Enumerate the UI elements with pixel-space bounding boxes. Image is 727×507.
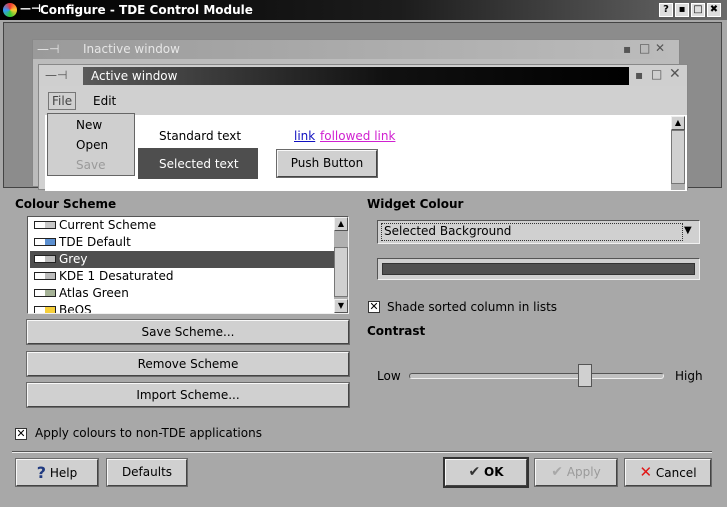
save-scheme-label: Save Scheme... <box>141 325 235 339</box>
combo-value: Selected Background <box>384 224 512 238</box>
check-icon: ✔ <box>551 464 563 480</box>
selected-text: Selected text <box>159 157 239 171</box>
maximize-icon: □ <box>639 41 651 55</box>
contrast-slider-handle[interactable] <box>577 364 592 387</box>
help-label: Help <box>49 466 78 480</box>
push-button-preview[interactable]: Push Button <box>276 149 378 178</box>
menu-item-open[interactable]: Open <box>76 138 108 152</box>
colour-swatch <box>382 263 695 275</box>
chevron-down-icon[interactable]: ▼ <box>684 225 692 236</box>
scroll-up-button[interactable]: ▲ <box>671 116 685 130</box>
menu-item-save: Save <box>76 158 106 172</box>
help-title-button[interactable]: ? <box>659 3 673 17</box>
contrast-low-label: Low <box>377 369 401 383</box>
menu-bar: File Edit <box>39 87 687 113</box>
window-title: Configure - TDE Control Module <box>40 3 253 17</box>
cancel-button[interactable]: ✕ Cancel <box>624 458 712 487</box>
active-title: Active window <box>91 69 178 83</box>
defaults-button[interactable]: Defaults <box>106 458 188 487</box>
scheme-list[interactable]: Current Scheme TDE Default Grey KDE 1 De… <box>27 216 349 314</box>
ok-button[interactable]: ✔ OK <box>443 457 529 488</box>
scheme-list-scrollbar[interactable]: ▲ ▼ <box>334 217 348 313</box>
colour-preview: —⊣ Inactive window ▪ □ ✕ —⊣ Active windo… <box>3 22 722 191</box>
widget-colour-swatch-button[interactable] <box>377 258 700 280</box>
defaults-label: Defaults <box>121 465 173 479</box>
list-item-label: Grey <box>59 252 88 266</box>
close-button[interactable]: ✖ <box>707 3 721 17</box>
shade-sorted-label[interactable]: Shade sorted column in lists <box>387 300 557 314</box>
file-menu-dropdown: New Open Save <box>47 113 135 176</box>
close-icon: ✕ <box>655 41 666 55</box>
widget-colour-label: Widget Colour <box>367 197 464 211</box>
list-item[interactable]: Atlas Green <box>30 285 334 302</box>
list-item-label: Current Scheme <box>59 218 157 232</box>
standard-text: Standard text <box>159 129 242 143</box>
shade-sorted-checkbox[interactable]: ✕ <box>368 301 380 313</box>
list-item[interactable]: Current Scheme <box>30 217 334 234</box>
minimize-icon: ▪ <box>623 42 632 56</box>
scroll-up-button[interactable]: ▲ <box>334 217 348 231</box>
footer-divider <box>12 451 712 453</box>
pin-icon: —⊣ <box>37 42 60 56</box>
swatch-icon <box>34 272 56 280</box>
minimize-icon: ▪ <box>635 68 644 82</box>
colour-scheme-label: Colour Scheme <box>15 197 117 211</box>
list-item-label: TDE Default <box>59 235 131 249</box>
help-button[interactable]: ? Help <box>15 458 99 487</box>
widget-colour-combo[interactable]: Selected Background ▼ <box>377 220 700 244</box>
import-scheme-button[interactable]: Import Scheme... <box>26 382 350 408</box>
menu-edit[interactable]: Edit <box>93 94 116 108</box>
list-item-label: BeOS <box>59 303 92 314</box>
list-item[interactable]: TDE Default <box>30 234 334 251</box>
minimize-button[interactable]: ▪ <box>675 3 689 17</box>
remove-scheme-button[interactable]: Remove Scheme <box>26 351 350 377</box>
help-icon: ? <box>36 463 47 482</box>
menu-item-new[interactable]: New <box>76 118 102 132</box>
preview-scrollbar[interactable]: ▲ <box>671 116 685 190</box>
check-icon: ✔ <box>468 464 481 480</box>
pin-icon[interactable]: —⊣ <box>20 2 41 15</box>
inactive-title: Inactive window <box>83 42 180 56</box>
list-item-label: KDE 1 Desaturated <box>59 269 174 283</box>
contrast-high-label: High <box>675 369 703 383</box>
scroll-down-button[interactable]: ▼ <box>334 299 348 313</box>
list-item[interactable]: BeOS <box>30 302 334 314</box>
close-icon: ✕ <box>669 66 681 82</box>
app-icon[interactable] <box>3 3 17 17</box>
pin-icon: —⊣ <box>45 68 68 82</box>
menu-file[interactable]: File <box>48 92 77 110</box>
maximize-button[interactable]: □ <box>691 3 705 17</box>
cancel-label: Cancel <box>655 466 697 480</box>
inactive-title-bar: —⊣ Inactive window ▪ □ ✕ <box>33 40 679 59</box>
list-item-selected[interactable]: Grey <box>30 251 334 268</box>
scroll-thumb[interactable] <box>334 247 348 297</box>
active-window-preview: —⊣ Active window ▪ □ ✕ File Edit ▲ New O… <box>38 64 688 191</box>
contrast-slider-track[interactable] <box>409 373 664 379</box>
save-scheme-button[interactable]: Save Scheme... <box>26 319 350 345</box>
swatch-icon <box>34 306 56 313</box>
scroll-thumb[interactable] <box>671 130 685 184</box>
apply-nontde-label[interactable]: Apply colours to non-TDE applications <box>35 426 262 440</box>
close-icon: ✕ <box>639 463 653 481</box>
import-scheme-label: Import Scheme... <box>136 388 240 402</box>
followed-link-text[interactable]: followed link <box>320 129 395 143</box>
list-item-label: Atlas Green <box>59 286 129 300</box>
active-title-bar: —⊣ Active window ▪ □ ✕ <box>39 65 687 86</box>
maximize-icon: □ <box>651 67 663 81</box>
apply-button: ✔ Apply <box>534 458 618 487</box>
swatch-icon <box>34 289 56 297</box>
contrast-label: Contrast <box>367 324 426 338</box>
swatch-icon <box>34 255 56 263</box>
apply-nontde-checkbox[interactable]: ✕ <box>15 428 27 440</box>
title-bar[interactable]: —⊣ Configure - TDE Control Module ? ▪ □ … <box>0 0 727 20</box>
swatch-icon <box>34 221 56 229</box>
apply-label: Apply <box>566 465 601 479</box>
swatch-icon <box>34 238 56 246</box>
ok-label: OK <box>484 465 504 479</box>
link-text[interactable]: link <box>294 129 315 143</box>
remove-scheme-label: Remove Scheme <box>137 357 239 371</box>
list-item[interactable]: KDE 1 Desaturated <box>30 268 334 285</box>
